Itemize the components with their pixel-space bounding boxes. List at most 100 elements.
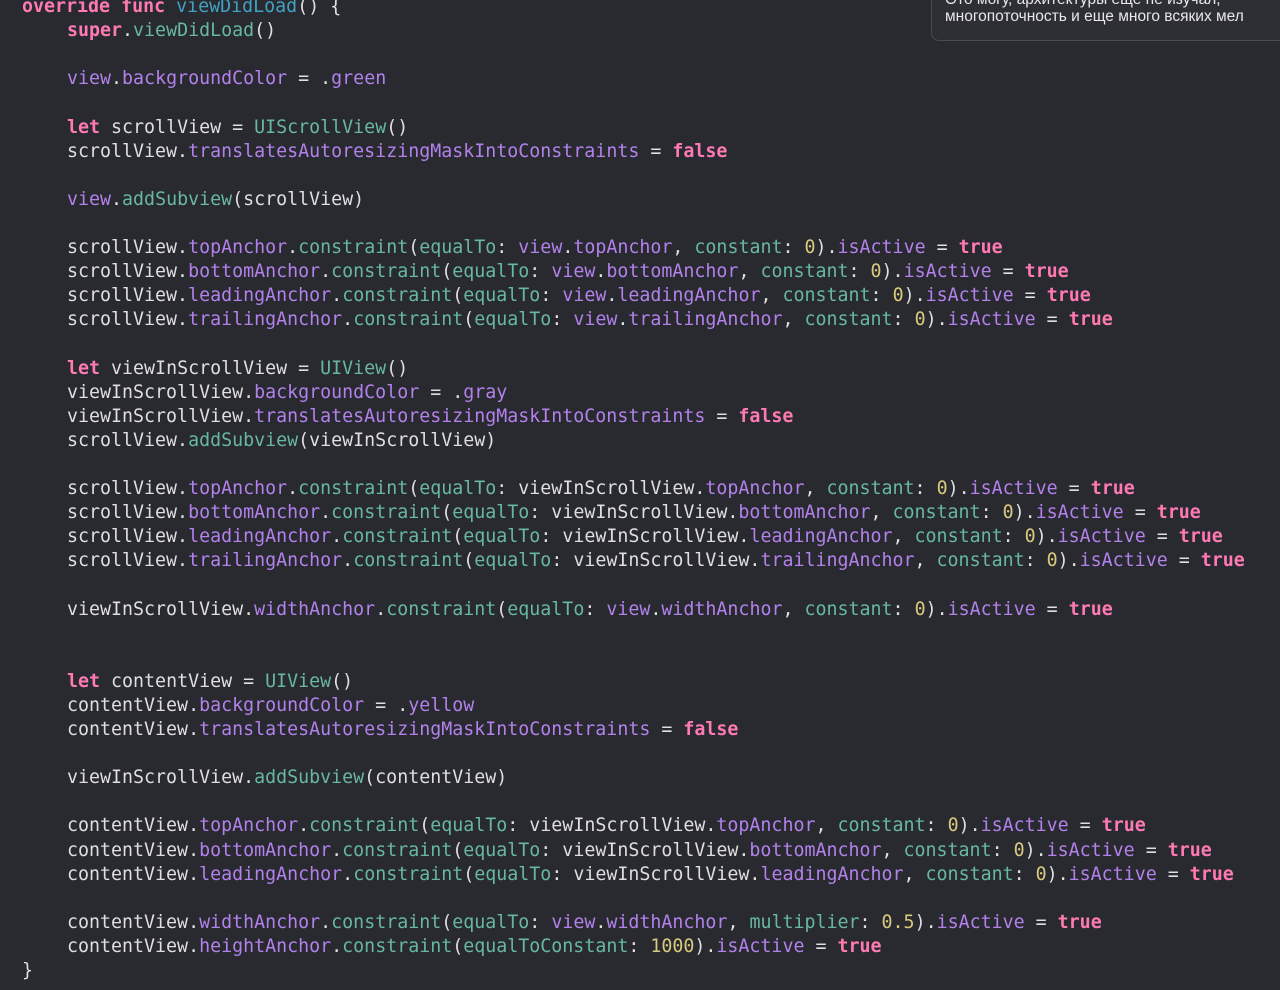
code-token: . (375, 598, 387, 620)
code-token: scrollView. (67, 261, 189, 283)
code-token: scrollView. (67, 502, 189, 524)
code-line[interactable] (0, 742, 67, 766)
code-line[interactable]: contentView.topAnchor.constraint(equalTo… (0, 814, 1146, 838)
code-line[interactable] (0, 646, 67, 670)
code-token: : viewInScrollView. (551, 550, 761, 572)
code-token: topAnchor (705, 478, 805, 499)
code-token: equalTo (474, 863, 552, 885)
code-token: ( (452, 285, 464, 307)
code-token: : (1002, 526, 1025, 548)
code-line[interactable]: scrollView.leadingAnchor.constraint(equa… (0, 284, 1091, 308)
code-editor[interactable]: override func viewDidLoad() {super.viewD… (0, 0, 1280, 990)
code-line[interactable]: contentView.translatesAutoresizingMaskIn… (0, 718, 738, 742)
code-token: super (67, 20, 123, 42)
code-line[interactable]: viewInScrollView.widthAnchor.constraint(… (0, 598, 1113, 622)
code-token: let (67, 357, 101, 379)
code-token: = . (419, 381, 464, 403)
code-token: 0 (914, 309, 926, 331)
code-line[interactable] (0, 91, 67, 115)
code-line[interactable] (0, 790, 67, 814)
code-line[interactable]: scrollView.translatesAutoresizingMaskInt… (0, 140, 727, 164)
code-line[interactable]: scrollView.addSubview(viewInScrollView) (0, 429, 496, 453)
code-token: (contentView) (364, 767, 508, 789)
code-token: contentView. (67, 839, 200, 861)
code-token: . (331, 285, 343, 307)
code-token: = (1145, 526, 1179, 548)
code-token: bottomAnchor (199, 839, 332, 861)
code-line[interactable]: scrollView.trailingAnchor.constraint(equ… (0, 549, 1245, 573)
code-line[interactable]: contentView.heightAnchor.constraint(equa… (0, 935, 882, 959)
code-token: ). (1057, 550, 1080, 572)
code-line[interactable]: contentView.backgroundColor = .yellow (0, 694, 474, 718)
code-line[interactable] (0, 43, 67, 67)
code-token: ). (958, 815, 981, 837)
code-line[interactable]: view.backgroundColor = .green (0, 67, 386, 91)
code-token: false (738, 405, 794, 427)
code-token: trailingAnchor (628, 309, 783, 331)
code-token: true (1046, 285, 1091, 307)
code-line[interactable] (0, 622, 67, 646)
code-token: leadingAnchor (760, 863, 904, 885)
code-token: isActive (903, 261, 992, 283)
code-token: equalTo (463, 526, 541, 548)
code-line[interactable]: scrollView.topAnchor.constraint(equalTo:… (0, 477, 1135, 501)
code-line[interactable]: scrollView.leadingAnchor.constraint(equa… (0, 525, 1223, 549)
code-line[interactable] (0, 212, 67, 236)
code-line[interactable]: viewInScrollView.addSubview(contentView) (0, 766, 507, 790)
code-token: widthAnchor (606, 911, 728, 933)
code-token: constant (804, 309, 893, 331)
code-token: , (727, 911, 750, 933)
code-line[interactable]: contentView.leadingAnchor.constraint(equ… (0, 863, 1234, 887)
code-line[interactable]: super.viewDidLoad() (0, 19, 276, 43)
code-line[interactable]: scrollView.trailingAnchor.constraint(equ… (0, 308, 1113, 332)
code-line[interactable]: contentView.widthAnchor.constraint(equal… (0, 911, 1102, 935)
code-token: true (1057, 911, 1102, 933)
code-token: viewDidLoad (133, 20, 255, 42)
code-token: constant (837, 815, 926, 837)
code-line[interactable] (0, 887, 67, 911)
code-token: = (1123, 502, 1157, 524)
code-token: constraint (353, 550, 464, 572)
code-token: scrollView. (67, 309, 189, 331)
code-token: multiplier (749, 911, 860, 933)
code-line[interactable]: scrollView.bottomAnchor.constraint(equal… (0, 260, 1069, 284)
code-line[interactable]: let viewInScrollView = UIView() (0, 357, 408, 381)
code-line[interactable]: let contentView = UIView() (0, 670, 353, 694)
code-line[interactable]: override func viewDidLoad() { (0, 0, 341, 19)
code-token: true (1101, 815, 1146, 837)
code-line[interactable] (0, 332, 67, 356)
code-token: 1000 (650, 935, 695, 957)
code-token: , (870, 502, 893, 524)
code-token: viewInScrollView. (67, 598, 255, 620)
code-token: constraint (298, 478, 409, 499)
code-token: constant (694, 237, 783, 258)
code-token: viewInScrollView. (67, 767, 255, 789)
code-line[interactable]: scrollView.bottomAnchor.constraint(equal… (0, 501, 1201, 525)
code-token: : viewInScrollView. (507, 815, 717, 837)
code-token: : (496, 237, 519, 258)
code-line[interactable]: contentView.bottomAnchor.constraint(equa… (0, 839, 1212, 863)
code-line[interactable]: view.addSubview(scrollView) (0, 188, 364, 212)
code-token: = . (364, 694, 409, 716)
code-token: = (1057, 478, 1091, 499)
code-line[interactable]: let scrollView = UIScrollView() (0, 116, 408, 140)
message-tooltip: Ото могу, архитектуры еще не изучал, мно… (931, 0, 1280, 41)
code-token: = (705, 405, 739, 427)
code-token: viewInScrollView. (67, 405, 255, 427)
code-token: isActive (936, 911, 1025, 933)
code-line[interactable] (0, 573, 67, 597)
code-line[interactable] (0, 164, 67, 188)
code-line[interactable] (0, 453, 67, 477)
code-token: equalTo (474, 309, 552, 331)
code-token: = (1035, 309, 1069, 331)
code-line[interactable]: } (0, 959, 33, 983)
code-token: isActive (1057, 526, 1146, 548)
code-token: ( (452, 526, 464, 548)
code-line[interactable]: scrollView.topAnchor.constraint(equalTo:… (0, 236, 1003, 260)
code-line[interactable]: viewInScrollView.backgroundColor = .gray (0, 381, 507, 405)
code-token: . (617, 309, 629, 331)
code-token: : (914, 478, 937, 499)
code-line[interactable]: viewInScrollView.translatesAutoresizingM… (0, 405, 793, 429)
code-token: isActive (925, 285, 1014, 307)
code-token: ). (1046, 863, 1069, 885)
